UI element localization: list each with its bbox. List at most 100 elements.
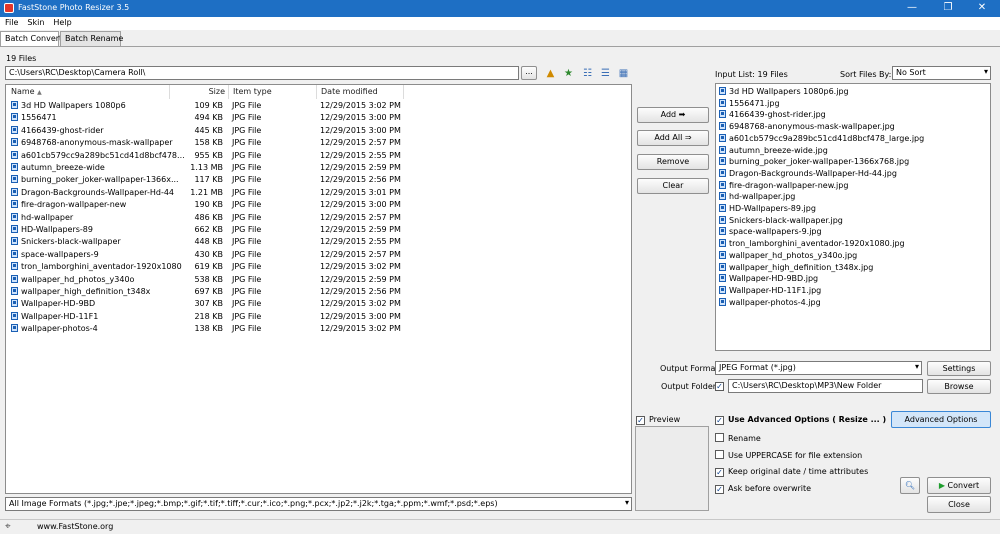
column-name-header[interactable]: Name ▲ bbox=[8, 85, 170, 99]
input-list-item[interactable]: hd-wallpaper.jpg bbox=[719, 191, 795, 203]
files-count: 19 Files bbox=[6, 54, 37, 63]
close-window-button[interactable]: ✕ bbox=[968, 0, 996, 17]
file-row[interactable]: Wallpaper-HD-11F1 218 KB JPG File 12/29/201… bbox=[6, 311, 631, 323]
file-row[interactable]: 4166439-ghost-rider 445 KB JPG File 12/29/2… bbox=[6, 125, 631, 137]
add-all-button[interactable]: Add All ⇒ bbox=[637, 130, 709, 146]
input-list-item[interactable]: HD-Wallpapers-89.jpg bbox=[719, 203, 816, 215]
file-type-cell: JPG File bbox=[232, 113, 262, 123]
advanced-options-button[interactable]: Advanced Options bbox=[891, 411, 991, 428]
preview-pane bbox=[635, 426, 709, 511]
file-row[interactable]: a601cb579cc9a289bc51cd41d8bcf478... 955 K… bbox=[6, 150, 631, 162]
column-size-header[interactable]: Size bbox=[171, 85, 229, 99]
file-date-cell: 12/29/2015 2:59 PM bbox=[320, 163, 401, 172]
file-row[interactable]: space-wallpapers-9 430 KB JPG File 12/29/20… bbox=[6, 249, 631, 261]
settings-button[interactable]: Settings bbox=[927, 361, 991, 376]
menu-skin[interactable]: Skin bbox=[22, 17, 48, 27]
preview-output-button[interactable]: 🔍︎ bbox=[900, 477, 920, 494]
file-row[interactable]: fire-dragon-wallpaper-new 190 KB JPG File 1… bbox=[6, 199, 631, 211]
file-row[interactable]: Snickers-black-wallpaper 448 KB JPG File 12… bbox=[6, 236, 631, 248]
input-list-item[interactable]: 3d HD Wallpapers 1080p6.jpg bbox=[719, 86, 849, 98]
input-list-item[interactable]: burning_poker_joker-wallpaper-1366x768.j… bbox=[719, 156, 909, 168]
file-row[interactable]: wallpaper_hd_photos_y340o 538 KB JPG File 1… bbox=[6, 274, 631, 286]
input-list-item[interactable]: 6948768-anonymous-mask-wallpaper.jpg bbox=[719, 121, 895, 133]
tab-batch-rename[interactable]: Batch Rename bbox=[60, 31, 123, 46]
remove-button[interactable]: Remove bbox=[637, 154, 709, 170]
menu-file[interactable]: File bbox=[0, 17, 22, 27]
keep-date-toggle[interactable]: ✓ Keep original date / time attributes bbox=[715, 467, 868, 477]
output-folder-checkbox[interactable]: ✓ bbox=[715, 382, 724, 391]
input-list-item[interactable]: fire-dragon-wallpaper-new.jpg bbox=[719, 180, 848, 192]
keep-date-checkbox[interactable]: ✓ bbox=[715, 468, 724, 477]
input-list-item[interactable]: wallpaper_high_definition_t348x.jpg bbox=[719, 262, 873, 274]
input-list-item[interactable]: wallpaper-photos-4.jpg bbox=[719, 297, 821, 309]
ask-overwrite-toggle[interactable]: ✓ Ask before overwrite bbox=[715, 484, 811, 494]
file-row[interactable]: wallpaper-photos-4 138 KB JPG File 12/29/20… bbox=[6, 323, 631, 335]
close-button[interactable]: Close bbox=[927, 496, 991, 513]
advanced-options-toggle[interactable]: ✓ Use Advanced Options ( Resize ... ) bbox=[715, 415, 886, 425]
thumbnail-view-icon[interactable]: ▦ bbox=[616, 66, 631, 81]
input-list-item[interactable]: Dragon-Backgrounds-Wallpaper-Hd-44.jpg bbox=[719, 168, 897, 180]
browse-button[interactable]: Browse bbox=[927, 379, 991, 394]
favorites-icon[interactable]: ★ bbox=[561, 66, 576, 81]
sort-files-select[interactable]: No Sort ▾ bbox=[892, 66, 991, 80]
preview-toggle[interactable]: ✓ Preview bbox=[636, 415, 680, 425]
file-date-cell: 12/29/2015 3:02 PM bbox=[320, 262, 401, 272]
advanced-checkbox[interactable]: ✓ bbox=[715, 416, 724, 425]
file-row[interactable]: Wallpaper-HD-9BD 307 KB JPG File 12/29/2015… bbox=[6, 298, 631, 310]
file-row[interactable]: 1556471 494 KB JPG File 12/29/2015 3:00 PM bbox=[6, 112, 631, 124]
jpg-file-icon bbox=[11, 175, 18, 184]
convert-button[interactable]: ▶ Convert bbox=[927, 477, 991, 494]
output-folder-checkbox-wrap: ✓ bbox=[715, 381, 728, 391]
file-row[interactable]: 6948768-anonymous-mask-wallpaper 158 KB JP… bbox=[6, 137, 631, 149]
input-list-item[interactable]: space-wallpapers-9.jpg bbox=[719, 226, 822, 238]
jpg-file-icon bbox=[11, 113, 18, 122]
input-list-item[interactable]: Snickers-black-wallpaper.jpg bbox=[719, 215, 843, 227]
input-list-item[interactable]: 4166439-ghost-rider.jpg bbox=[719, 109, 826, 121]
uppercase-toggle[interactable]: Use UPPERCASE for file extension bbox=[715, 450, 862, 460]
ask-overwrite-checkbox[interactable]: ✓ bbox=[715, 485, 724, 494]
details-view-icon[interactable]: ☷ bbox=[580, 66, 595, 81]
file-type-filter[interactable]: All Image Formats (*.jpg;*.jpe;*.jpeg;*.… bbox=[5, 497, 632, 511]
file-row[interactable]: hd-wallpaper 486 KB JPG File 12/29/2015 2:5… bbox=[6, 212, 631, 224]
input-list-item[interactable]: a601cb579cc9a289bc51cd41d8bcf478_large.j… bbox=[719, 133, 924, 145]
jpg-file-icon bbox=[719, 297, 726, 306]
column-date-header[interactable]: Date modified bbox=[318, 85, 404, 99]
input-list-item[interactable]: Wallpaper-HD-9BD.jpg bbox=[719, 273, 818, 285]
minimize-button[interactable]: — bbox=[898, 0, 926, 17]
file-row[interactable]: tron_lamborghini_aventador-1920x1080 619 … bbox=[6, 261, 631, 273]
input-list-item[interactable]: 1556471.jpg bbox=[719, 98, 780, 110]
input-list-item[interactable]: tron_lamborghini_aventador-1920x1080.jpg bbox=[719, 238, 905, 250]
file-row[interactable]: 3d HD Wallpapers 1080p6 109 KB JPG File 12/… bbox=[6, 100, 631, 112]
file-list[interactable]: Name ▲ Size Item type Date modified 3d H… bbox=[5, 84, 632, 494]
output-format-select[interactable]: JPEG Format (*.jpg) ▾ bbox=[715, 361, 922, 375]
maximize-button[interactable]: ❐ bbox=[934, 0, 962, 17]
file-row[interactable]: burning_poker_joker-wallpaper-1366x... 11… bbox=[6, 174, 631, 186]
tab-batch-convert[interactable]: Batch Convert bbox=[0, 31, 62, 47]
input-list-item[interactable]: Wallpaper-HD-11F1.jpg bbox=[719, 285, 821, 297]
add-button[interactable]: Add ➡ bbox=[637, 107, 709, 123]
column-type-header[interactable]: Item type bbox=[230, 85, 317, 99]
menu-help[interactable]: Help bbox=[48, 17, 75, 27]
file-size-cell: 955 KB bbox=[194, 150, 223, 160]
website-link[interactable]: www.FastStone.org bbox=[37, 522, 113, 531]
input-list-item[interactable]: wallpaper_hd_photos_y340o.jpg bbox=[719, 250, 857, 262]
browse-folder-button[interactable]: ... bbox=[521, 66, 537, 80]
preview-checkbox[interactable]: ✓ bbox=[636, 416, 645, 425]
clear-button[interactable]: Clear bbox=[637, 178, 709, 194]
input-list-item[interactable]: autumn_breeze-wide.jpg bbox=[719, 145, 828, 157]
folder-up-icon[interactable]: ▲ bbox=[543, 66, 558, 81]
output-folder-input[interactable]: C:\Users\RC\Desktop\MP3\New Folder bbox=[728, 379, 923, 393]
rename-toggle[interactable]: Rename bbox=[715, 433, 761, 443]
file-row[interactable]: autumn_breeze-wide 1.13 MB JPG File 12/29/2… bbox=[6, 162, 631, 174]
file-row[interactable]: Dragon-Backgrounds-Wallpaper-Hd-44 1.21 M… bbox=[6, 187, 631, 199]
rename-label: Rename bbox=[728, 434, 761, 443]
folder-path-input[interactable]: C:\Users\RC\Desktop\Camera Roll\ bbox=[5, 66, 519, 80]
file-type-cell: JPG File bbox=[232, 324, 262, 334]
rename-checkbox[interactable] bbox=[715, 433, 724, 442]
file-row[interactable]: HD-Wallpapers-89 662 KB JPG File 12/29/2015… bbox=[6, 224, 631, 236]
file-row[interactable]: wallpaper_high_definition_t348x 697 KB JPG… bbox=[6, 286, 631, 298]
file-size-cell: 138 KB bbox=[194, 324, 223, 334]
input-list[interactable]: 3d HD Wallpapers 1080p6.jpg 1556471.jpg 41… bbox=[715, 83, 991, 351]
uppercase-checkbox[interactable] bbox=[715, 450, 724, 459]
list-view-icon[interactable]: ☰ bbox=[598, 66, 613, 81]
